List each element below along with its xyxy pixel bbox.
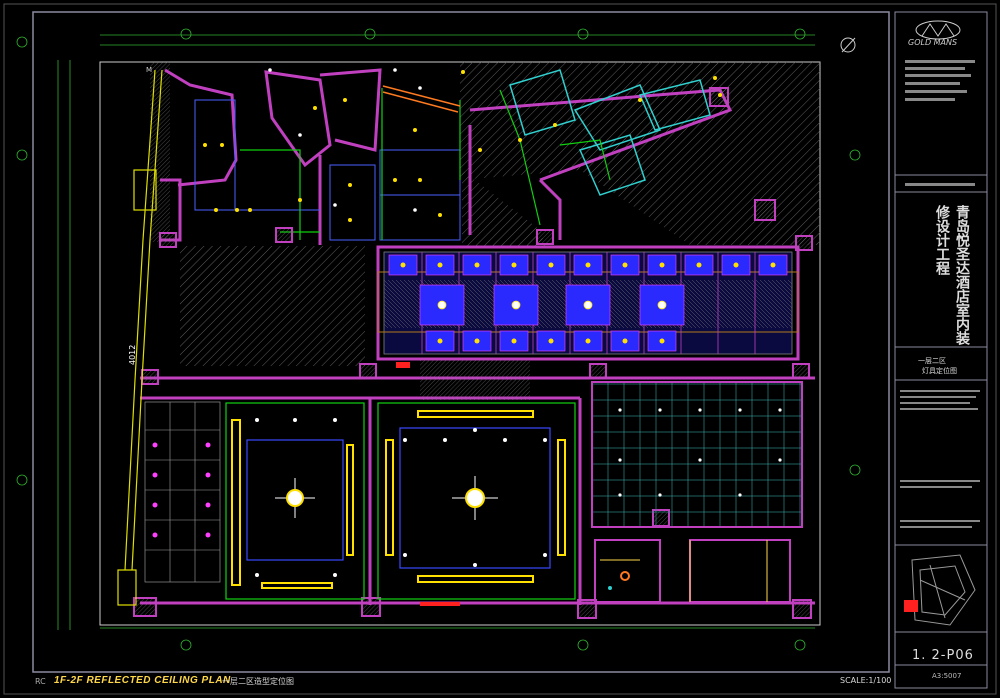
project-name: 青岛悦圣达酒店室内装修设计工程	[934, 205, 970, 345]
drawing-name-line1: 一层二区	[918, 357, 946, 365]
left-exterior-wall	[124, 69, 163, 571]
sheet-number: 1. 2-P06	[912, 648, 974, 663]
lower-left-room-strip	[144, 401, 221, 583]
north-arrow	[840, 37, 856, 53]
sheet-label: RC	[35, 677, 46, 686]
axis-label: M	[146, 66, 152, 74]
green-partitions	[240, 88, 461, 240]
orange-fixture	[620, 571, 630, 581]
orange-stair	[382, 85, 461, 113]
upper-left-rooms	[160, 68, 382, 245]
corridor-hatch	[420, 360, 530, 400]
cyan-fixture	[608, 586, 612, 590]
hall-left	[225, 402, 365, 600]
title-block-logo-mark	[915, 20, 961, 40]
hall-right	[377, 402, 576, 600]
drawing-name-line2: 灯具定位图	[922, 367, 957, 375]
drawing-title: 1F-2F REFLECTED CEILING PLAN	[54, 675, 231, 686]
company-logo-text: GOLD MANS	[908, 38, 958, 47]
wall-dim-label: 4012	[128, 345, 137, 365]
key-plan-thumbnail	[911, 554, 976, 626]
grid-room	[591, 381, 803, 528]
paper-size: A3:5007	[932, 672, 962, 680]
lower-right-rooms	[594, 539, 791, 603]
drawing-scale: SCALE:1/100	[840, 676, 892, 685]
drawing-title-cn: 一层二区造型定位图	[222, 677, 294, 686]
key-plan-highlight	[904, 600, 918, 612]
ceiling-plan-sheet: 4012 M	[3, 3, 997, 695]
lower-right-details	[600, 540, 768, 602]
